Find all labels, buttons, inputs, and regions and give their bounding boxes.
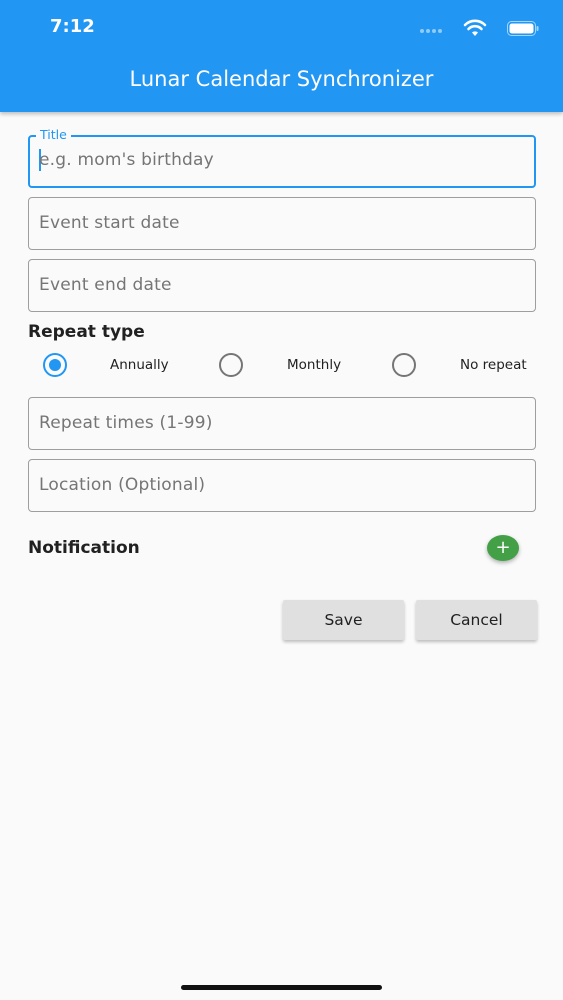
plus-icon: + [495, 537, 511, 558]
event-start-date-field[interactable]: Event start date [28, 197, 536, 250]
battery-icon [507, 21, 539, 36]
repeat-times-placeholder: Repeat times (1-99) [39, 413, 213, 433]
save-button[interactable]: Save [283, 600, 404, 640]
title-placeholder: e.g. mom's birthday [39, 150, 214, 170]
event-start-date-placeholder: Event start date [39, 213, 180, 233]
app-bar: 7:12 Lunar Calendar Synchronizer [0, 0, 563, 112]
event-end-date-placeholder: Event end date [39, 275, 172, 295]
radio-monthly[interactable] [219, 353, 243, 377]
radio-no-repeat[interactable] [392, 353, 416, 377]
location-field[interactable]: Location (Optional) [28, 459, 536, 512]
repeat-type-heading: Repeat type [28, 322, 145, 342]
status-time: 7:12 [50, 16, 95, 37]
add-notification-button[interactable]: + [487, 535, 519, 561]
notification-heading: Notification [28, 538, 140, 558]
event-end-date-field[interactable]: Event end date [28, 259, 536, 312]
cancel-button[interactable]: Cancel [416, 600, 537, 640]
cellular-signal-icon [420, 29, 442, 33]
radio-no-repeat-label[interactable]: No repeat [460, 357, 527, 373]
wifi-icon [463, 19, 487, 36]
page-title: Lunar Calendar Synchronizer [129, 67, 434, 91]
radio-annually[interactable] [43, 353, 67, 377]
location-placeholder: Location (Optional) [39, 475, 206, 495]
home-indicator[interactable] [181, 985, 382, 990]
title-field-label: Title [36, 127, 71, 142]
radio-annually-label[interactable]: Annually [110, 357, 169, 373]
title-input[interactable]: Title e.g. mom's birthday [28, 127, 536, 188]
radio-monthly-label[interactable]: Monthly [287, 357, 341, 373]
repeat-times-field[interactable]: Repeat times (1-99) [28, 397, 536, 450]
